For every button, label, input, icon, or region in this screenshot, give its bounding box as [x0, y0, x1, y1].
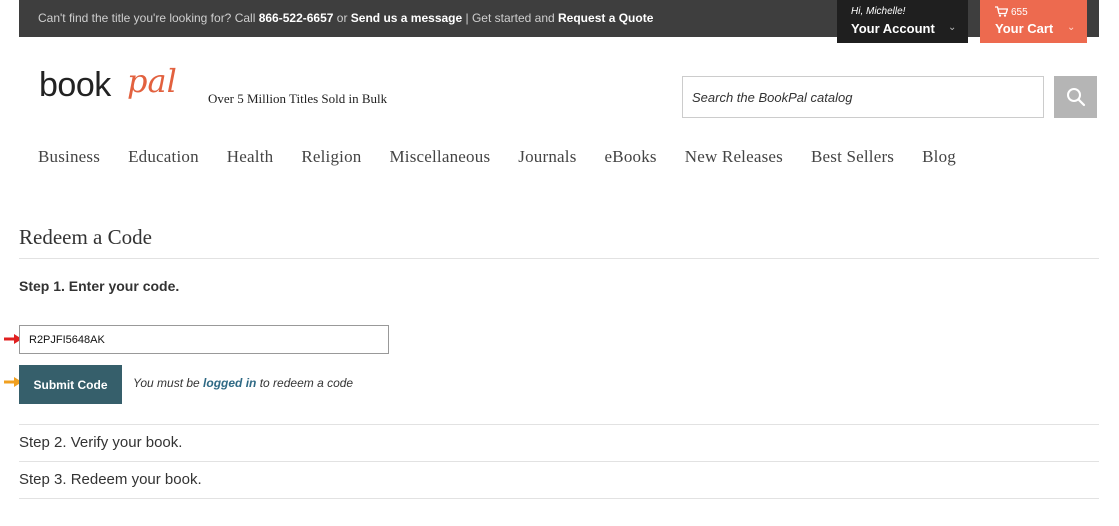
- cart-icon: [995, 6, 1009, 17]
- account-menu[interactable]: Hi, Michelle! Your Account ⌄: [837, 0, 968, 43]
- send-message-link[interactable]: Send us a message: [351, 11, 462, 25]
- chevron-down-icon: ⌄: [948, 22, 957, 33]
- nav-item-health[interactable]: Health: [227, 147, 274, 169]
- search-button[interactable]: [1054, 76, 1097, 118]
- login-note-prefix: You must be: [133, 376, 204, 390]
- account-greeting: Hi, Michelle!: [851, 6, 906, 17]
- submit-code-button[interactable]: Submit Code: [19, 365, 122, 404]
- step3-heading: Step 3. Redeem your book.: [19, 471, 202, 488]
- logged-in-link[interactable]: logged in: [203, 376, 256, 390]
- nav-item-miscellaneous[interactable]: Miscellaneous: [389, 147, 490, 169]
- nav-item-education[interactable]: Education: [128, 147, 199, 169]
- phone-number[interactable]: 866-522-6657: [259, 11, 334, 25]
- nav-item-ebooks[interactable]: eBooks: [605, 147, 657, 169]
- chevron-down-icon: ⌄: [1067, 22, 1076, 33]
- page-title: Redeem a Code: [19, 225, 152, 249]
- nav-item-new-releases[interactable]: New Releases: [685, 147, 783, 169]
- step2-heading: Step 2. Verify your book.: [19, 434, 183, 451]
- cart-label: Your Cart: [995, 21, 1054, 36]
- nav-item-blog[interactable]: Blog: [922, 147, 956, 169]
- cart-button[interactable]: 655 Your Cart ⌄: [980, 0, 1087, 43]
- nav-item-best-sellers[interactable]: Best Sellers: [811, 147, 894, 169]
- divider: [19, 498, 1099, 499]
- logo-pal-text: pal: [127, 62, 177, 100]
- topbar-prefix: Can't find the title you're looking for?…: [38, 11, 259, 25]
- topbar-or: or: [333, 11, 351, 25]
- nav-item-religion[interactable]: Religion: [301, 147, 361, 169]
- main-nav: Business Education Health Religion Misce…: [38, 147, 984, 169]
- login-note: You must be logged in to redeem a code: [133, 376, 353, 390]
- search-input[interactable]: [682, 76, 1044, 118]
- bookpal-logo[interactable]: book pal: [39, 62, 209, 116]
- login-note-suffix: to redeem a code: [256, 376, 354, 390]
- search-icon: [1067, 88, 1086, 107]
- account-label: Your Account: [851, 21, 935, 36]
- divider: [19, 461, 1099, 462]
- tagline: Over 5 Million Titles Sold in Bulk: [208, 91, 388, 106]
- divider: [19, 424, 1099, 425]
- cart-count: 655: [1011, 7, 1028, 18]
- cart-count-row: 655: [995, 6, 1028, 18]
- logo-book-text: book: [39, 66, 111, 104]
- step1-heading: Step 1. Enter your code.: [19, 278, 180, 294]
- topbar-message: Can't find the title you're looking for?…: [38, 11, 653, 25]
- code-input[interactable]: [19, 325, 389, 354]
- topbar-separator: | Get started and: [462, 11, 559, 25]
- nav-item-business[interactable]: Business: [38, 147, 100, 169]
- divider: [19, 258, 1099, 259]
- nav-item-journals[interactable]: Journals: [518, 147, 576, 169]
- request-quote-link[interactable]: Request a Quote: [558, 11, 653, 25]
